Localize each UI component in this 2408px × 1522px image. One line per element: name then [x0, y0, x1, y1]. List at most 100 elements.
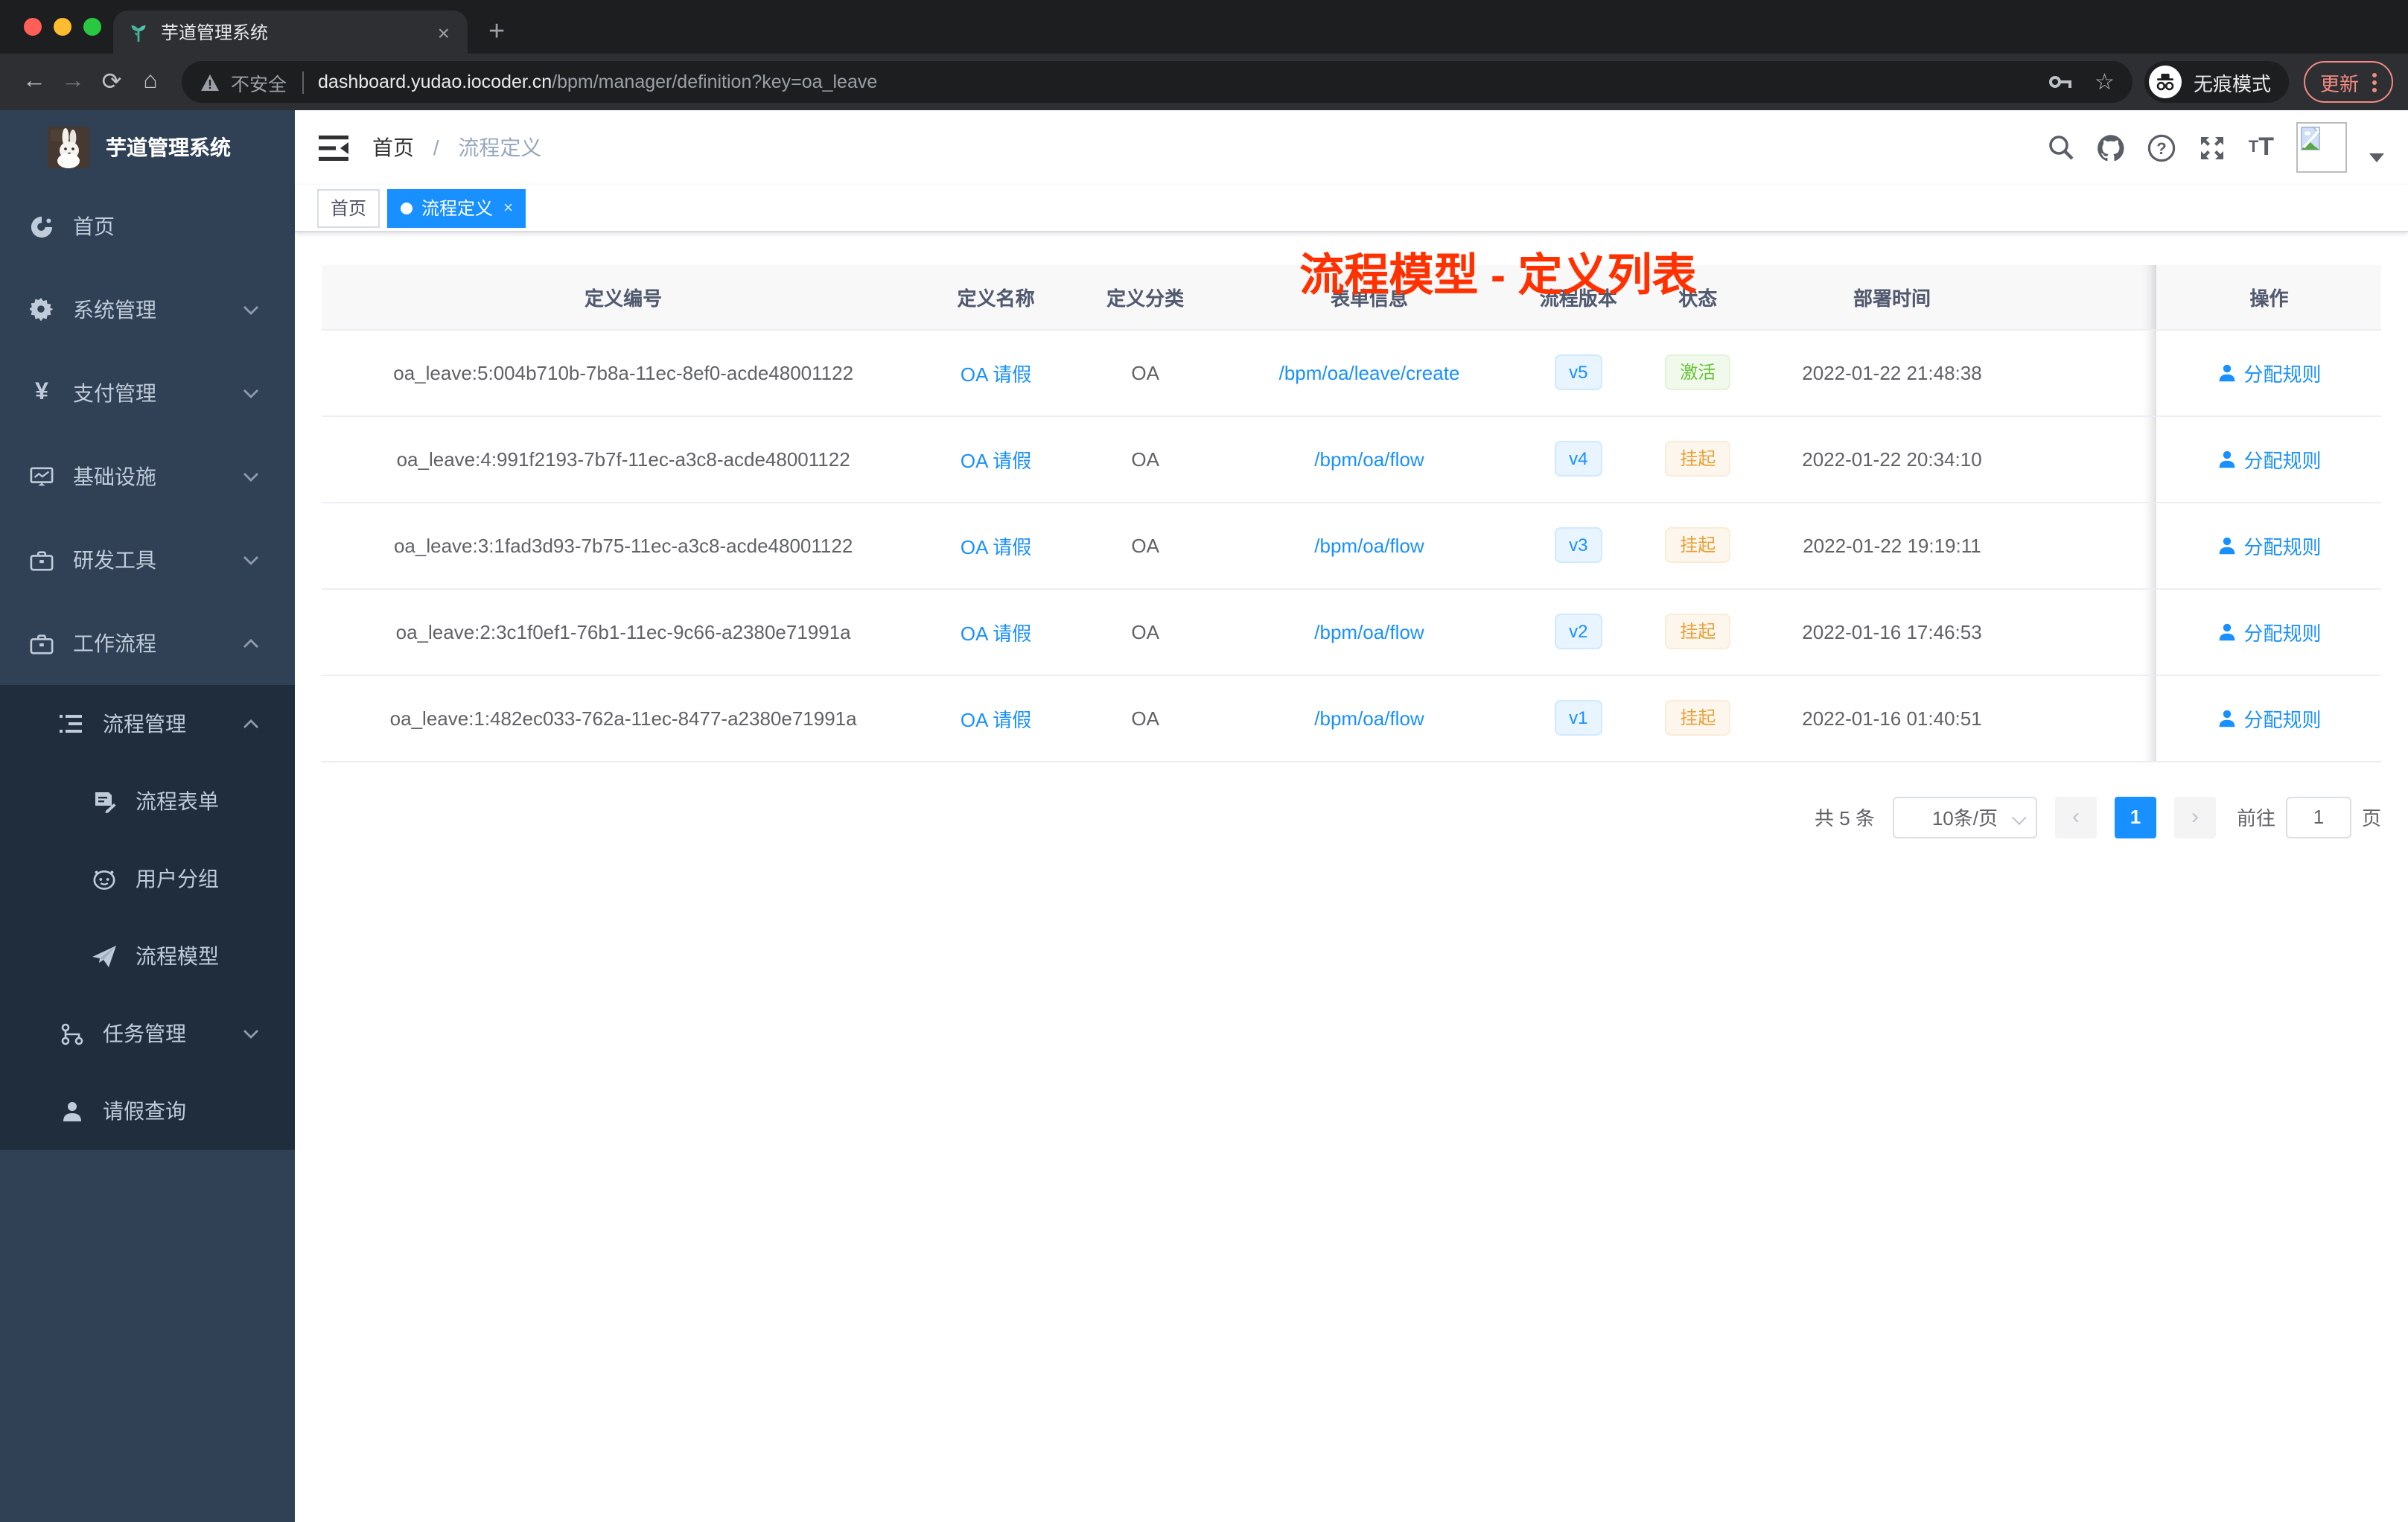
browser-tab[interactable]: 芋道管理系统 × — [113, 10, 468, 54]
sidebar-item-system[interactable]: 系统管理 — [0, 268, 295, 351]
sidebar-item-task-mgmt[interactable]: 任务管理 — [0, 995, 295, 1072]
zoom-window-button[interactable] — [83, 18, 101, 36]
col-name: 定义名称 — [925, 265, 1067, 330]
goto-page-input[interactable] — [2285, 796, 2351, 838]
search-icon[interactable] — [2048, 134, 2074, 161]
fullscreen-icon[interactable] — [2198, 133, 2226, 162]
definition-name-link[interactable]: OA 请假 — [961, 449, 1031, 471]
sidebar-item-label: 系统管理 — [73, 298, 156, 322]
tree-table-icon — [60, 713, 83, 734]
status-badge: 挂起 — [1665, 441, 1731, 477]
definition-name-link[interactable]: OA 请假 — [961, 363, 1031, 385]
col-deploy-time: 部署时间 — [1754, 265, 2030, 330]
form-link[interactable]: /bpm/oa/leave/create — [1279, 361, 1460, 383]
table-row: oa_leave:1:482ec033-762a-11ec-8477-a2380… — [322, 675, 2381, 762]
font-size-icon[interactable]: TT — [2249, 133, 2274, 162]
reload-icon[interactable]: ⟳ — [92, 67, 131, 97]
app-logo[interactable]: 芋道管理系统 — [0, 110, 295, 185]
form-link[interactable]: /bpm/oa/flow — [1314, 448, 1424, 470]
traffic-lights — [24, 18, 101, 36]
help-icon[interactable]: ? — [2147, 133, 2176, 162]
definition-name-link[interactable]: OA 请假 — [961, 708, 1031, 730]
assign-rule-button[interactable]: 分配规则 — [2217, 445, 2322, 473]
definition-name-link[interactable]: OA 请假 — [961, 622, 1031, 644]
assign-rule-button[interactable]: 分配规则 — [2217, 617, 2322, 646]
broken-image-icon — [2301, 127, 2320, 150]
address-bar[interactable]: 不安全 dashboard.yudao.iocoder.cn/bpm/manag… — [182, 61, 2133, 103]
cell-deploy-time: 2022-01-22 21:48:38 — [1754, 329, 2030, 416]
sidebar-item-home[interactable]: 首页 — [0, 185, 295, 268]
tab-close-icon[interactable]: × — [435, 22, 453, 42]
cell-category: OA — [1066, 675, 1224, 762]
browser-menu-icon[interactable] — [2372, 72, 2377, 92]
paper-plane-icon — [92, 945, 116, 967]
current-page-button[interactable]: 1 — [2114, 796, 2156, 838]
forward-icon[interactable]: → — [54, 69, 92, 95]
sidebar-item-label: 用户分组 — [136, 867, 219, 891]
warning-triangle-icon[interactable] — [200, 72, 220, 92]
home-icon[interactable]: ⌂ — [131, 69, 170, 95]
sidebar-item-process-model[interactable]: 流程模型 — [0, 917, 295, 995]
sidebar-item-label: 流程管理 — [103, 712, 186, 736]
definition-name-link[interactable]: OA 请假 — [961, 535, 1031, 558]
tag-close-icon[interactable]: × — [503, 199, 513, 217]
sidebar-item-process-mgmt[interactable]: 流程管理 — [0, 685, 295, 762]
chevron-down-icon — [243, 388, 259, 398]
sidebar-item-workflow[interactable]: 工作流程 — [0, 602, 295, 685]
form-link[interactable]: /bpm/oa/flow — [1314, 620, 1424, 643]
form-link[interactable]: /bpm/oa/flow — [1314, 534, 1424, 556]
status-badge: 激活 — [1665, 354, 1731, 390]
tag-process-definition[interactable]: 流程定义 × — [387, 188, 526, 227]
workflow-submenu: 流程管理 流程表单 用户分组 流程模型 任务管理 请假查询 — [0, 685, 295, 1150]
sidebar-item-devtools[interactable]: 研发工具 — [0, 518, 295, 602]
version-badge: v1 — [1554, 700, 1603, 736]
assign-rule-button[interactable]: 分配规则 — [2217, 531, 2322, 559]
github-icon[interactable] — [2097, 133, 2125, 162]
assign-rule-button[interactable]: 分配规则 — [2217, 358, 2322, 386]
sidebar-item-label: 研发工具 — [73, 548, 156, 572]
security-label[interactable]: 不安全 — [231, 68, 287, 96]
app-title: 芋道管理系统 — [106, 136, 231, 159]
chevron-down-icon — [243, 555, 259, 565]
page-size-select[interactable]: 10条/页 — [1892, 796, 2037, 838]
status-badge: 挂起 — [1665, 700, 1731, 736]
bookmark-star-icon[interactable]: ☆ — [2095, 69, 2115, 95]
pagination-total: 共 5 条 — [1815, 807, 1875, 830]
assign-rule-label: 分配规则 — [2243, 708, 2322, 730]
avatar-caret-icon[interactable] — [2369, 153, 2384, 162]
url-divider — [302, 71, 304, 93]
favicon-seedling-icon — [128, 22, 149, 42]
sidebar-item-label: 工作流程 — [73, 631, 156, 655]
prev-page-button[interactable]: ‹ — [2054, 796, 2097, 838]
browser-update-button[interactable]: 更新 — [2303, 61, 2393, 103]
breadcrumb: 首页 / 流程定义 — [372, 133, 541, 162]
form-link[interactable]: /bpm/oa/flow — [1314, 707, 1424, 729]
new-tab-button[interactable]: + — [488, 18, 505, 46]
sidebar-item-payment[interactable]: ¥ 支付管理 — [0, 351, 295, 435]
sidebar-item-infra[interactable]: 基础设施 — [0, 435, 295, 518]
hamburger-fold-icon[interactable] — [319, 135, 348, 160]
close-window-button[interactable] — [24, 18, 42, 36]
sidebar-item-leave-query[interactable]: 请假查询 — [0, 1072, 295, 1150]
tag-home[interactable]: 首页 — [317, 188, 380, 227]
assign-rule-button[interactable]: 分配规则 — [2217, 704, 2322, 732]
yen-icon: ¥ — [35, 380, 48, 405]
sidebar-item-user-group[interactable]: 用户分组 — [0, 840, 295, 917]
back-icon[interactable]: ← — [15, 69, 54, 95]
sidebar-item-process-form[interactable]: 流程表单 — [0, 762, 295, 840]
cell-id: oa_leave:3:1fad3d93-7b75-11ec-a3c8-acde4… — [322, 502, 926, 589]
incognito-label: 无痕模式 — [2193, 72, 2271, 95]
next-page-button[interactable]: › — [2173, 796, 2216, 838]
user-icon — [60, 1100, 83, 1122]
col-actions: 操作 — [2156, 265, 2381, 330]
tag-label: 流程定义 — [421, 198, 494, 219]
avatar[interactable] — [2296, 122, 2347, 173]
sidebar-item-label: 首页 — [73, 214, 115, 238]
col-filler — [2030, 265, 2157, 330]
key-icon[interactable] — [2048, 74, 2074, 89]
screen: 芋道管理系统 × + ← → ⟳ ⌂ 不安全 dashboard.yudao.i… — [0, 0, 2408, 1522]
tag-label: 首页 — [331, 198, 367, 219]
minimize-window-button[interactable] — [54, 18, 71, 36]
tab-title: 芋道管理系统 — [161, 22, 269, 43]
breadcrumb-home[interactable]: 首页 — [372, 136, 414, 159]
